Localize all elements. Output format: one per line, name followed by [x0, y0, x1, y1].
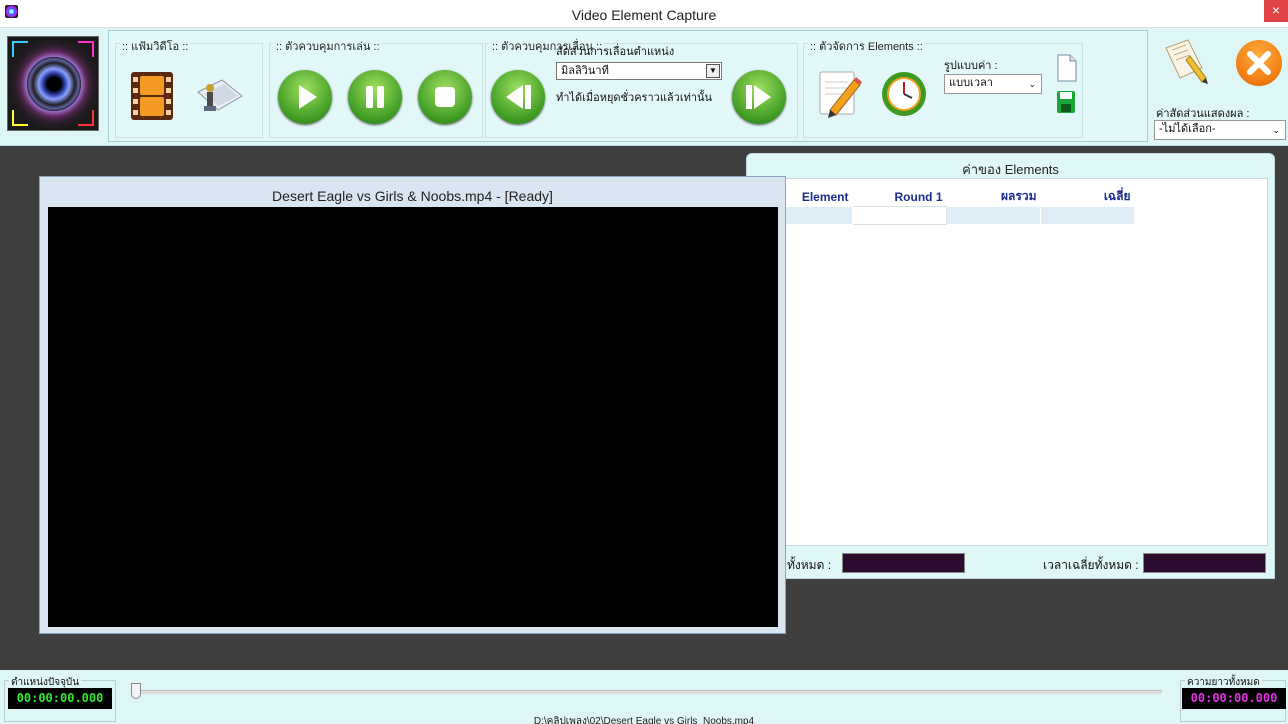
- seek-ratio-label: สัดส่วนการเลื่อนตำแหน่ง: [556, 46, 675, 58]
- file-group: :: แฟ้มวิดีโอ ::: [115, 37, 263, 138]
- table-cell[interactable]: [1040, 206, 1135, 225]
- playback-group-title: :: ตัวควบคุมการเล่น ::: [274, 37, 382, 55]
- book-icon[interactable]: [1162, 38, 1210, 86]
- format-value: แบบเวลา: [949, 77, 993, 89]
- play-icon: [299, 85, 317, 109]
- element-values-table: Element Round 1 ผลรวม เฉลี่ย: [754, 187, 1135, 225]
- play-button[interactable]: [278, 70, 332, 124]
- video-window[interactable]: Desert Eagle vs Girls & Noobs.mp4 - [Rea…: [39, 176, 786, 634]
- average-value-box: [1143, 553, 1266, 573]
- display-ratio-select[interactable]: -ไม่ได้เลือก- ⌄: [1154, 120, 1286, 140]
- element-values-panel: ค่าของ Elements Element Round 1 ผลรวม เฉ…: [746, 153, 1275, 579]
- total-label: ทั้งหมด :: [787, 558, 832, 572]
- logo-icon: [7, 36, 99, 131]
- col-average[interactable]: เฉลี่ย: [1041, 187, 1135, 207]
- element-values-grid[interactable]: Element Round 1 ผลรวม เฉลี่ย: [753, 178, 1268, 546]
- seek-back-icon: [506, 85, 531, 109]
- chevron-down-icon: ▼: [706, 64, 720, 78]
- folder-icon[interactable]: [194, 72, 246, 116]
- window-title: Video Element Capture: [571, 7, 717, 23]
- format-select[interactable]: แบบเวลา ⌄: [944, 74, 1042, 94]
- seek-slider-thumb[interactable]: [131, 683, 141, 699]
- col-sum[interactable]: ผลรวม: [947, 187, 1041, 207]
- seek-back-button[interactable]: [491, 70, 545, 124]
- duration-time-value: 00:00:00.000: [1190, 691, 1278, 705]
- pause-button[interactable]: [348, 70, 402, 124]
- seek-unit-select[interactable]: มิลลิวินาที ▼: [556, 62, 722, 80]
- elements-group-title: :: ตัวจัดการ Elements ::: [808, 37, 925, 55]
- video-screen[interactable]: [48, 207, 778, 627]
- film-icon[interactable]: [131, 72, 173, 120]
- save-icon[interactable]: [1056, 90, 1076, 114]
- title-bar: Video Element Capture ×: [0, 0, 1288, 28]
- file-path: D:\คลิปเพลง\02\Desert Eagle vs Girls_Noo…: [533, 716, 755, 724]
- file-group-title: :: แฟ้มวิดีโอ ::: [120, 37, 191, 55]
- control-panel: :: แฟ้มวิดีโอ :::: ตัวควบคุมการเล่น:: …: [108, 30, 1148, 142]
- current-time-display: 00:00:00.000: [8, 688, 112, 709]
- new-file-icon[interactable]: [1056, 54, 1078, 82]
- bottom-bar: ตำแหน่งปัจจุบัน 00:00:00.000 ความยาวทั้ง…: [0, 670, 1288, 724]
- stop-button[interactable]: [418, 70, 472, 124]
- col-round-1[interactable]: Round 1: [853, 187, 947, 207]
- video-title: Desert Eagle vs Girls & Noobs.mp4 - [Rea…: [272, 188, 553, 204]
- display-ratio-value: -ไม่ได้เลือก-: [1159, 123, 1216, 135]
- stop-icon: [435, 87, 455, 107]
- clock-icon[interactable]: [880, 70, 928, 118]
- table-cell[interactable]: [946, 206, 1041, 225]
- app-window: Video Element Capture × :: แฟ้มวิดีโอ ::: [0, 0, 1288, 724]
- close-window-button[interactable]: ×: [1264, 0, 1288, 22]
- average-label: เวลาเฉลี่ยทั้งหมด :: [1043, 558, 1139, 572]
- seek-unit-value: มิลลิวินาที: [561, 65, 609, 77]
- seek-group: :: ตัวควบคุมการเลื่อน :: สัดส่วนการเลื่อ…: [485, 37, 798, 138]
- elements-group: :: ตัวจัดการ Elements :: รูปแบบค่า: แบบ…: [803, 37, 1083, 138]
- playback-group: :: ตัวควบคุมการเล่น ::: [269, 37, 483, 138]
- seek-slider-track[interactable]: [132, 690, 1162, 694]
- exit-icon: [1247, 51, 1271, 75]
- table-row[interactable]: [754, 206, 1135, 225]
- format-label: รูปแบบค่า :: [944, 60, 998, 72]
- total-value-box: [842, 553, 965, 573]
- display-area: ค่าสัดส่วนแสดงผล : -ไม่ได้เลือก- ⌄: [1150, 28, 1288, 146]
- edit-icon[interactable]: [816, 66, 864, 120]
- seek-forward-icon: [746, 85, 771, 109]
- table-header: Element Round 1 ผลรวม เฉลี่ย: [755, 187, 1135, 207]
- table-cell[interactable]: [852, 206, 947, 225]
- chevron-down-icon: ⌄: [1272, 125, 1280, 135]
- chevron-down-icon: ⌄: [1028, 79, 1036, 89]
- toolbar: :: แฟ้มวิดีโอ :::: ตัวควบคุมการเล่น:: …: [0, 28, 1288, 146]
- exit-button[interactable]: [1236, 40, 1282, 86]
- pause-icon: [366, 86, 384, 108]
- seek-forward-button[interactable]: [732, 70, 786, 124]
- element-values-title: ค่าของ Elements: [962, 162, 1059, 177]
- current-time-value: 00:00:00.000: [16, 691, 104, 705]
- seek-note: ทำได้เมื่อหยุดชั่วคราวแล้วเท่านั้น: [556, 92, 713, 104]
- duration-time-display: 00:00:00.000: [1182, 688, 1286, 709]
